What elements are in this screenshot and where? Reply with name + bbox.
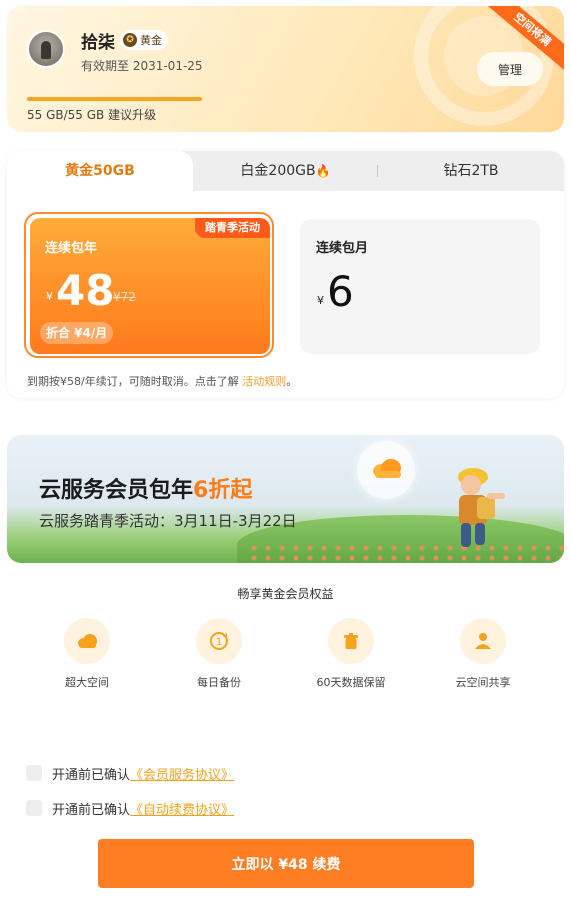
cloud-icon (373, 459, 401, 478)
manage-button[interactable]: 管理 (477, 52, 543, 86)
benefit-space-sharing[interactable]: 云空间共享 (438, 618, 528, 690)
benefit-label: 超大空间 (65, 676, 109, 689)
storage-usage-text: 55 GB/55 GB 建议升级 (27, 108, 157, 122)
plan-tabs: 黄金50GB 白金200GB🔥 钻石2TB (7, 151, 564, 191)
service-agreement-link[interactable]: 《会员服务协议》 (130, 764, 234, 783)
banner-title-highlight: 6折起 (193, 478, 253, 503)
benefit-label: 每日备份 (197, 676, 241, 689)
tab-platinum[interactable]: 白金200GB🔥 (193, 151, 378, 191)
banner-title-prefix: 云服务会员包年 (39, 478, 194, 503)
banner-flowers (247, 543, 564, 563)
cloud-icon (78, 634, 97, 648)
benefit-large-space[interactable]: 超大空间 (42, 618, 132, 690)
renewal-note-end: 。 (286, 375, 298, 388)
plan-title: 连续包月 (316, 241, 369, 256)
plan-card-monthly[interactable]: 连续包月 ¥ 6 (300, 219, 540, 354)
member-level-badge: ✪ 黄金 (120, 30, 168, 50)
currency-symbol: ¥ (317, 294, 324, 307)
agreement-autorenew-row: 开通前已确认 《自动续费协议》 (26, 799, 234, 818)
fire-icon: 🔥 (315, 164, 331, 178)
renewal-note: 到期按¥58/年续订，可随时取消。点击了解 活动规则。 (27, 373, 297, 389)
promo-tag: 踏青季活动 (195, 218, 270, 238)
kid-illustration (458, 468, 505, 547)
plan-price: 48 (56, 266, 115, 315)
autorenew-agreement-link[interactable]: 《自动续费协议》 (130, 799, 234, 818)
promo-banner[interactable]: 云服务会员包年6折起 云服务踏青季活动：3月11日-3月22日 (7, 435, 564, 563)
benefit-icon-wrap: 1 (196, 618, 242, 664)
monthly-equivalent: 折合 ¥4/月 (40, 322, 114, 344)
member-card: 空间将满 拾柒 ✪ 黄金 有效期至 2031-01-25 管理 55 GB/55… (7, 6, 564, 132)
benefit-label: 云空间共享 (455, 676, 511, 689)
trash-icon (344, 633, 358, 649)
crown-badge-icon: ✪ (123, 33, 137, 47)
banner-subtitle: 云服务踏青季活动：3月11日-3月22日 (39, 512, 297, 530)
benefit-icon-wrap (64, 618, 110, 664)
plan-panel: 黄金50GB 白金200GB🔥 钻石2TB 踏青季活动 连续包年 ¥ 48 ¥7… (7, 151, 564, 398)
tab-platinum-label: 白金200GB (240, 163, 316, 179)
user-share-icon (475, 633, 491, 649)
agreement-service-row: 开通前已确认 《会员服务协议》 (26, 764, 234, 783)
svg-text:1: 1 (216, 637, 222, 648)
avatar[interactable] (27, 30, 65, 68)
tab-diamond[interactable]: 钻石2TB (378, 151, 564, 191)
renew-button[interactable]: 立即以 ¥48 续费 (98, 839, 474, 888)
agreement-checkbox[interactable] (26, 765, 42, 781)
plan-card-yearly[interactable]: 踏青季活动 连续包年 ¥ 48 ¥72 折合 ¥4/月 (30, 218, 270, 354)
agreement-prefix: 开通前已确认 (52, 802, 131, 818)
plan-price: 6 (327, 267, 354, 316)
user-name: 拾柒 (81, 33, 115, 53)
membership-expiry: 有效期至 2031-01-25 (81, 59, 203, 73)
tab-gold[interactable]: 黄金50GB (7, 151, 193, 191)
currency-symbol: ¥ (46, 290, 53, 303)
member-level-label: 黄金 (140, 34, 162, 47)
renewal-note-text: 到期按¥58/年续订，可随时取消。点击了解 (27, 375, 243, 388)
benefits-title: 畅享黄金会员权益 (237, 587, 334, 601)
benefit-data-retention[interactable]: 60天数据保留 (306, 618, 396, 690)
agreement-prefix: 开通前已确认 (52, 767, 131, 783)
benefit-icon-wrap (328, 618, 374, 664)
backup-icon: 1 (210, 632, 228, 650)
storage-usage-bar (27, 97, 202, 101)
benefit-icon-wrap (460, 618, 506, 664)
benefit-daily-backup[interactable]: 1 每日备份 (174, 618, 264, 690)
benefit-label: 60天数据保留 (316, 676, 386, 689)
agreement-checkbox[interactable] (26, 800, 42, 816)
plan-title: 连续包年 (45, 241, 98, 256)
rules-link[interactable]: 活动规则 (242, 375, 286, 388)
banner-title: 云服务会员包年6折起 (39, 472, 252, 504)
original-price: ¥72 (113, 290, 136, 304)
